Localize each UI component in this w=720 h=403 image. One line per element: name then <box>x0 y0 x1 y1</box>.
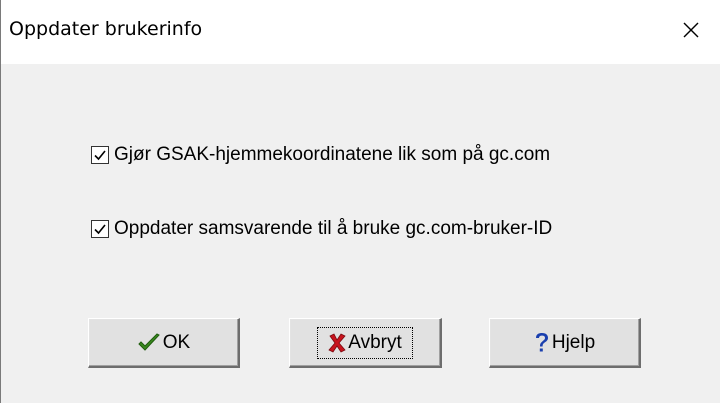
update-user-id-checkbox[interactable] <box>91 220 109 238</box>
home-coordinates-label: Gjør GSAK-hjemmekoordinatene lik som på … <box>114 144 551 165</box>
close-button[interactable] <box>661 0 720 64</box>
title-bar: Oppdater brukerinfo <box>1 0 720 64</box>
close-icon <box>682 21 700 43</box>
checkmark-icon <box>137 332 161 353</box>
home-coordinates-checkbox[interactable] <box>91 146 109 164</box>
red-x-icon <box>328 332 346 353</box>
option-row-home-coordinates[interactable]: Gjør GSAK-hjemmekoordinatene lik som på … <box>91 142 550 168</box>
help-button-label: Hjelp <box>551 331 596 353</box>
question-mark-icon <box>534 332 550 354</box>
option-row-update-user-id[interactable]: Oppdater samsvarende til å bruke gc.com-… <box>91 216 552 242</box>
checkmark-icon <box>94 224 106 235</box>
ok-button[interactable]: OK <box>88 318 240 368</box>
focus-rectangle: Avbryt <box>317 326 413 359</box>
dialog-window: Oppdater brukerinfo Gjør GSAK-hjemmekoor… <box>0 0 720 403</box>
cancel-button[interactable]: Avbryt <box>289 318 442 368</box>
update-user-id-label: Oppdater samsvarende til å bruke gc.com-… <box>114 218 553 239</box>
ok-button-label: OK <box>162 331 191 353</box>
checkmark-icon <box>94 150 106 161</box>
cancel-button-label: Avbryt <box>348 331 402 353</box>
help-button[interactable]: Hjelp <box>489 318 641 368</box>
window-title: Oppdater brukerinfo <box>9 18 203 40</box>
